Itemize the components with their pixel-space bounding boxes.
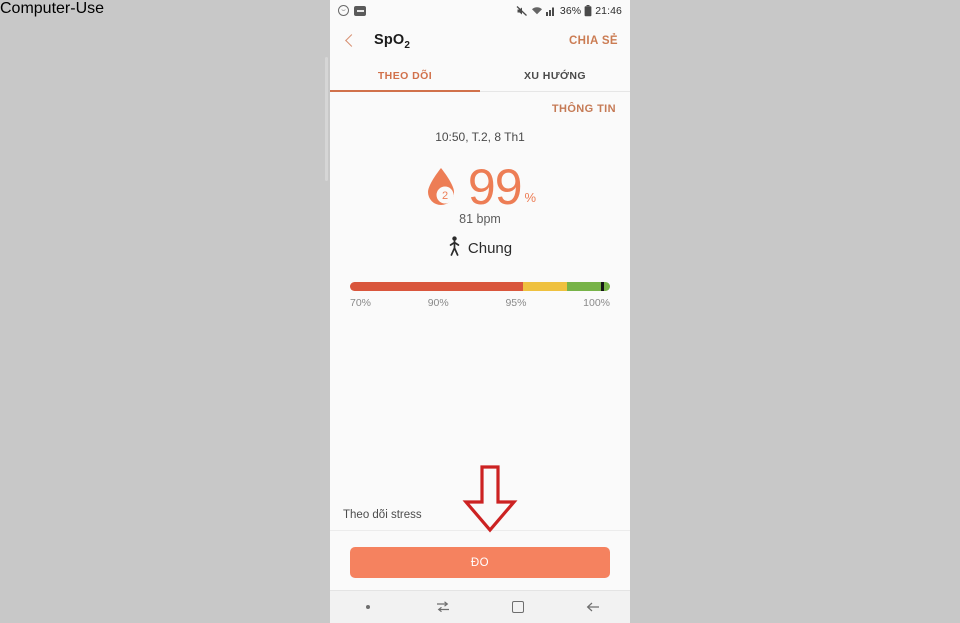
info-link[interactable]: THÔNG TIN [552, 103, 616, 115]
back-chevron-icon[interactable] [342, 33, 358, 49]
status-bar-left-icons: ⌣ [338, 5, 366, 16]
measurement-timestamp: 10:50, T.2, 8 Th1 [435, 130, 525, 144]
blood-drop-o2-icon: 2 [424, 166, 458, 208]
activity-state: Chung [330, 236, 630, 261]
spo2-value: 99 [467, 159, 523, 215]
battery-icon [584, 4, 592, 17]
app-bar: SpO2 CHIA SẺ [330, 21, 630, 61]
home-icon[interactable] [480, 601, 555, 613]
page-title: SpO2 [374, 32, 410, 51]
battery-percent: 36% [559, 4, 582, 17]
spo2-scale-marker [601, 282, 604, 291]
spo2-unit: % [524, 190, 537, 205]
heart-rate-value: 81 bpm [459, 212, 501, 226]
tab-bar: THEO DÕI XU HƯỚNG [330, 61, 630, 92]
tab-xu-huong[interactable]: XU HƯỚNG [480, 61, 630, 91]
message-icon: ⌣ [338, 5, 349, 16]
svg-text:2: 2 [442, 190, 448, 202]
stress-tracking-row[interactable]: Theo dõi stress [330, 509, 630, 531]
wifi-icon [531, 5, 543, 16]
spo2-scale-bar [350, 282, 610, 291]
share-button[interactable]: CHIA SẺ [569, 35, 618, 47]
page-scrollbar[interactable] [325, 57, 328, 181]
scale-segment-medium [523, 282, 567, 291]
status-bar-right-icons: 36% 21:46 [516, 4, 622, 17]
mute-icon [516, 5, 528, 17]
scale-segment-low [350, 282, 524, 291]
phone-screenshot: ⌣ 36% 21:46 SpO2 CHIA SẺ THEO DÕI XU HƯỚ… [330, 0, 630, 623]
page-title-subscript: 2 [404, 39, 411, 51]
signal-bars-icon [545, 5, 557, 16]
scale-tick-100: 100% [583, 297, 611, 309]
main-content: THÔNG TIN 10:50, T.2, 8 Th1 2 99 % 81 bp… [330, 92, 630, 590]
nav-dot-indicator[interactable] [330, 605, 405, 609]
tab-theo-doi[interactable]: THEO DÕI [330, 61, 480, 92]
spo2-scale-labels: 70% 90% 95% 100% [350, 297, 610, 309]
spo2-reading: 2 99 % [330, 162, 630, 212]
page-title-text: SpO [374, 31, 405, 48]
walking-person-icon [448, 236, 461, 261]
measure-button[interactable]: ĐO [350, 547, 610, 578]
scale-tick-70: 70% [350, 297, 372, 309]
status-bar-clock: 21:46 [595, 4, 622, 17]
activity-state-label: Chung [467, 240, 513, 257]
back-icon[interactable] [555, 600, 630, 614]
recents-icon[interactable] [405, 600, 480, 614]
app-notification-icon [354, 5, 366, 16]
scale-tick-95: 95% [505, 297, 527, 309]
scale-tick-90: 90% [427, 297, 449, 309]
android-nav-bar [330, 590, 630, 623]
spo2-scale: 70% 90% 95% 100% [350, 282, 610, 309]
stress-tracking-label: Theo dõi stress [343, 509, 422, 521]
status-bar: ⌣ 36% 21:46 [330, 0, 630, 21]
